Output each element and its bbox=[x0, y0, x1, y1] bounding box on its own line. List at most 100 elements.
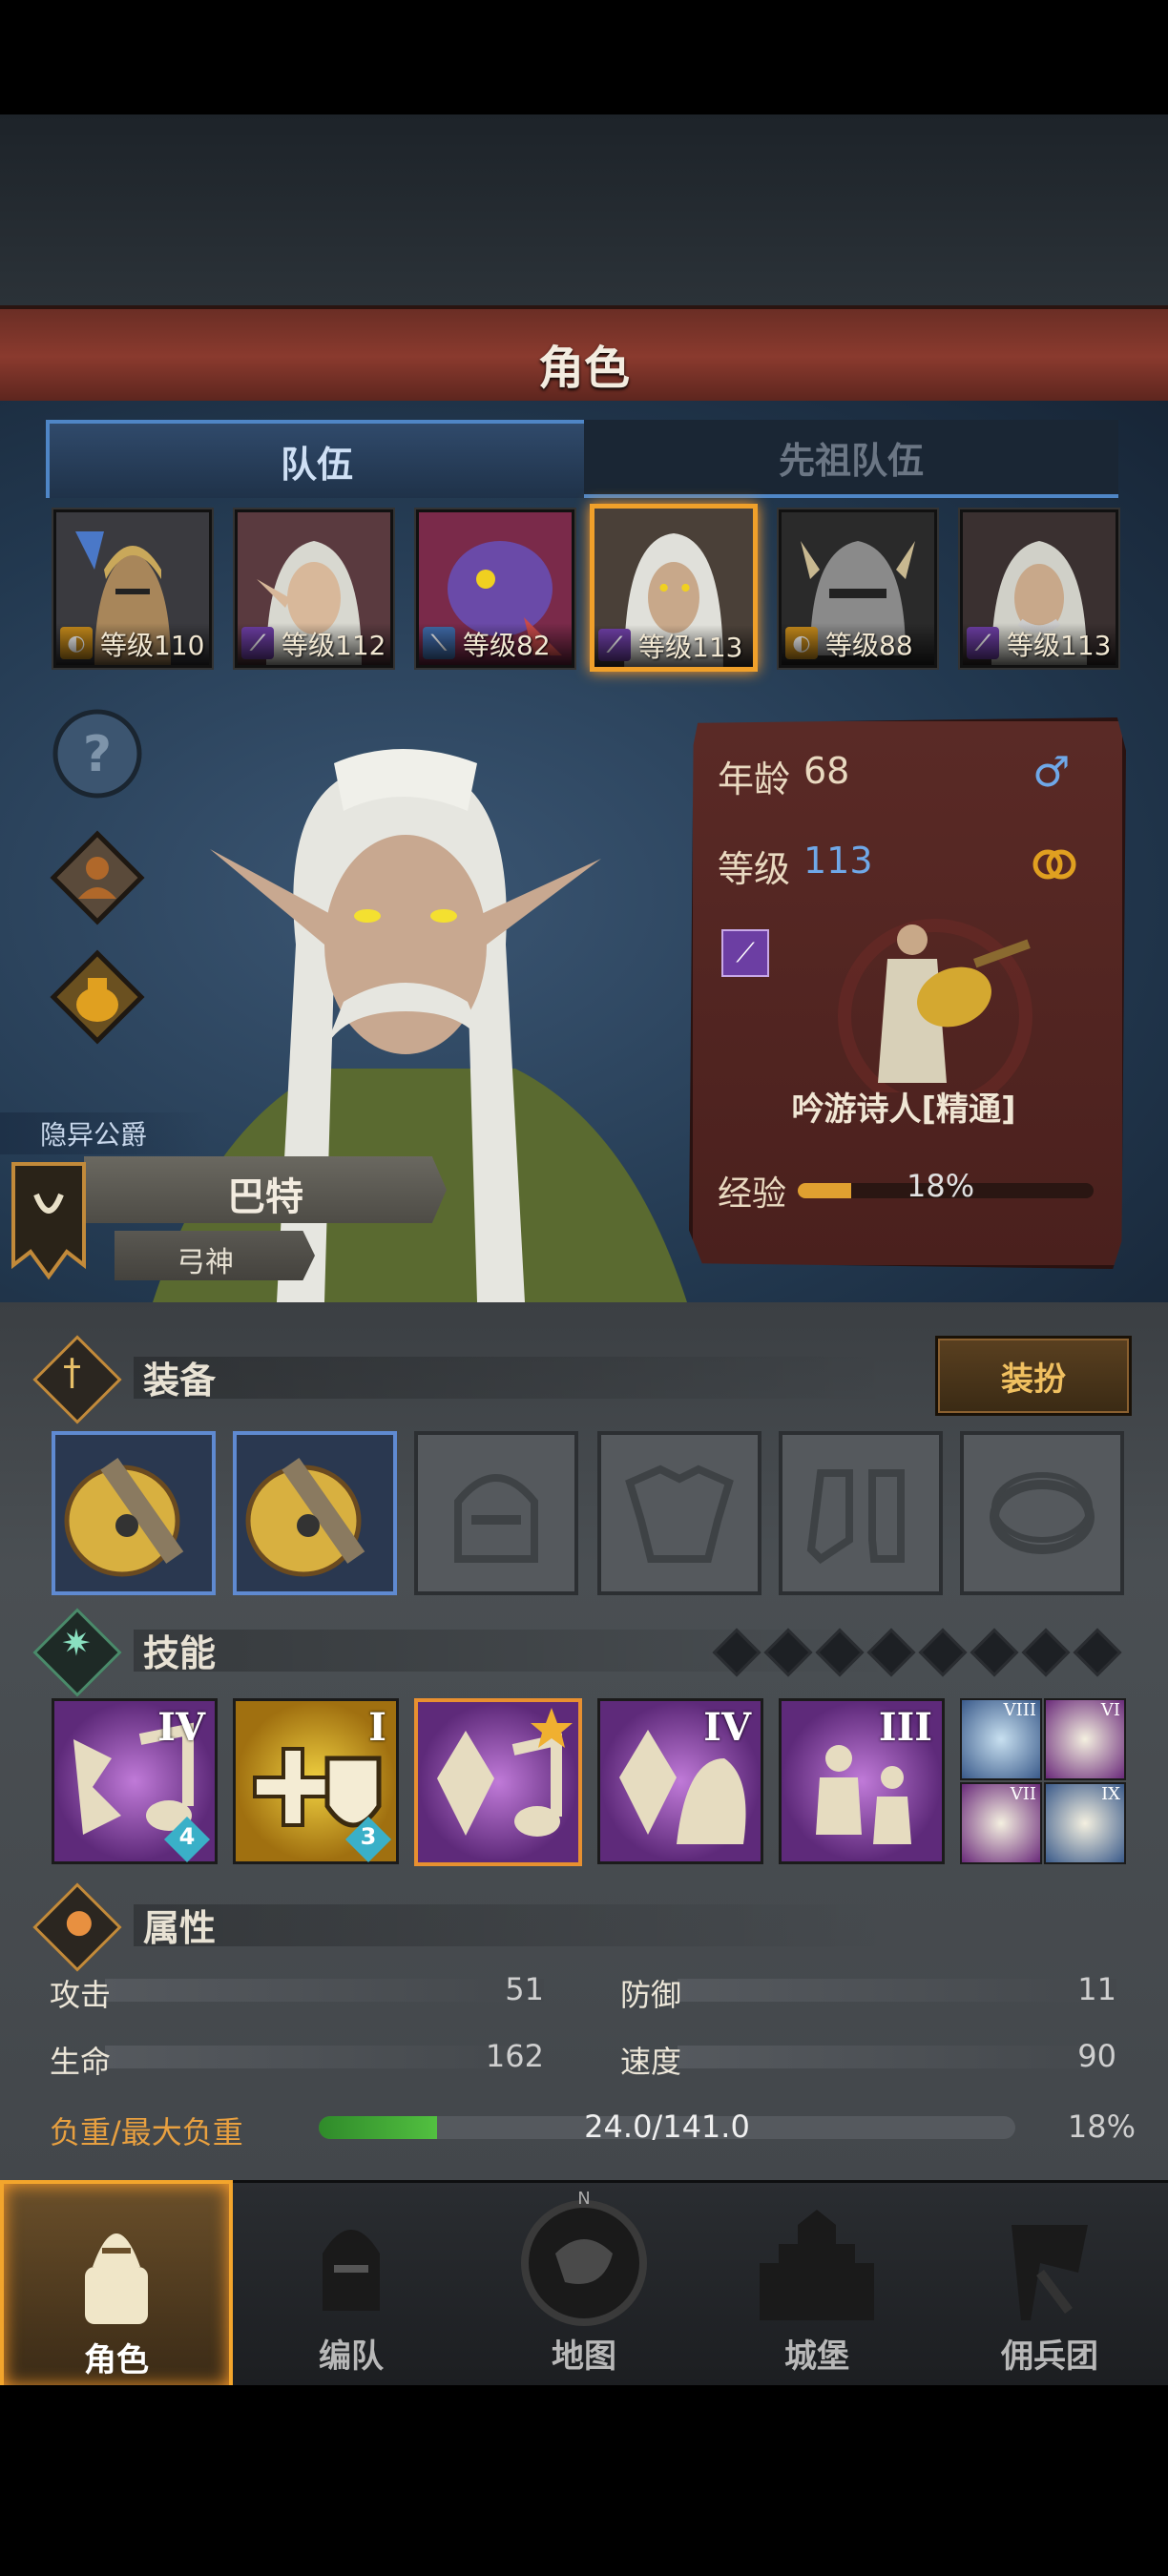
exp-percent: 18% bbox=[907, 1168, 975, 1204]
page-title: 角色 bbox=[537, 342, 630, 395]
svg-text:N: N bbox=[577, 2189, 590, 2209]
age-label: 年龄 bbox=[718, 758, 791, 800]
top-background bbox=[0, 114, 1168, 305]
age-value: 68 bbox=[803, 750, 850, 792]
small-skill-2[interactable]: VI bbox=[1044, 1698, 1126, 1780]
nav-label: 角色 bbox=[84, 2341, 149, 2379]
person-glyph-icon: ● bbox=[65, 1902, 94, 1941]
defense-label: 防御 bbox=[620, 1977, 682, 2013]
skill-slot-3[interactable] bbox=[414, 1698, 582, 1866]
load-percent: 18% bbox=[1067, 2109, 1136, 2145]
compass-icon: N bbox=[521, 2189, 647, 2326]
character-info-button[interactable] bbox=[50, 830, 145, 925]
roster-level: 等级113 bbox=[594, 625, 753, 667]
boots-icon bbox=[806, 1469, 905, 1565]
roster-portrait-5[interactable]: ◐ 等级88 bbox=[779, 509, 937, 668]
skill-rank: VII bbox=[1010, 1784, 1036, 1804]
load-value: 24.0/141.0 bbox=[584, 2109, 750, 2145]
nav-label: 地图 bbox=[552, 2337, 616, 2376]
roster-portrait-6[interactable]: ⟋ 等级113 bbox=[960, 509, 1118, 668]
helmet-icon bbox=[454, 1474, 538, 1563]
skill-slot-4[interactable]: IV bbox=[597, 1698, 763, 1864]
skill-rank: III bbox=[878, 1705, 932, 1750]
skill-rank: VIII bbox=[1003, 1700, 1036, 1720]
attack-value: 51 bbox=[505, 1971, 544, 2007]
level-value: 113 bbox=[803, 840, 873, 882]
roster-level: 等级112 bbox=[238, 623, 390, 665]
status-bar bbox=[0, 0, 1168, 114]
nav-label: 佣兵团 bbox=[1001, 2337, 1098, 2376]
equip-slot-feet[interactable] bbox=[779, 1431, 943, 1595]
male-icon: ♂ bbox=[1032, 748, 1071, 797]
skills-title: 技能 bbox=[143, 1632, 217, 1674]
rings-icon bbox=[1032, 849, 1076, 880]
skill-slot-5[interactable]: III bbox=[779, 1698, 945, 1864]
equip-slot-body[interactable] bbox=[597, 1431, 761, 1595]
roster-portrait-2[interactable]: ⟋ 等级112 bbox=[235, 509, 393, 668]
tab-ancestor-team[interactable]: 先祖队伍 bbox=[584, 420, 1118, 498]
armor-icon bbox=[625, 1465, 734, 1563]
attack-label: 攻击 bbox=[50, 1977, 112, 2013]
skill-badge: 4 bbox=[178, 1823, 196, 1850]
skill-rank: IX bbox=[1101, 1784, 1120, 1804]
help-button[interactable]: ? bbox=[50, 706, 145, 801]
attributes-header: ● 属性 bbox=[32, 1882, 1126, 1972]
nav-label: 编队 bbox=[319, 2337, 384, 2376]
nav-map[interactable]: N 地图 bbox=[469, 2180, 699, 2382]
tab-team[interactable]: 队伍 bbox=[46, 420, 588, 498]
small-skill-1[interactable]: VIII bbox=[960, 1698, 1042, 1780]
skill-slot-2[interactable]: I 3 bbox=[233, 1698, 399, 1864]
defense-value: 11 bbox=[1077, 1971, 1116, 2007]
nav-character[interactable]: 角色 bbox=[0, 2180, 233, 2390]
load-row: 负重/最大负重 24.0/141.0 18% bbox=[0, 2107, 1168, 2150]
nav-formation[interactable]: 编队 bbox=[237, 2180, 466, 2382]
roster-level: 等级82 bbox=[419, 623, 572, 665]
mercenary-banner-icon bbox=[1012, 2225, 1088, 2320]
title-banner: 角色 bbox=[0, 305, 1168, 410]
stat-row-2: 生命 162 速度 90 bbox=[0, 2036, 1168, 2080]
speed-value: 90 bbox=[1077, 2038, 1116, 2074]
class-staff-icon: ⟋ bbox=[721, 929, 769, 977]
exp-label: 经验 bbox=[718, 1174, 787, 1214]
speed-label: 速度 bbox=[620, 2044, 682, 2080]
hp-label: 生命 bbox=[50, 2044, 112, 2080]
roster-level: 等级88 bbox=[782, 623, 934, 665]
dress-button[interactable]: 装扮 bbox=[935, 1336, 1132, 1416]
character-title: 隐异公爵 bbox=[40, 1119, 148, 1151]
character-name: 巴特 bbox=[227, 1175, 303, 1219]
skill-rank: IV bbox=[703, 1705, 751, 1750]
svg-text:?: ? bbox=[83, 726, 112, 783]
nav-label: 城堡 bbox=[784, 2337, 849, 2376]
stat-row-1: 攻击 51 防御 11 bbox=[0, 1969, 1168, 2013]
star-glyph-icon: ✷ bbox=[61, 1622, 92, 1664]
dagger-glyph-icon: † bbox=[63, 1351, 81, 1393]
exp-bar-fill bbox=[798, 1183, 851, 1198]
skill-rank: I bbox=[368, 1705, 386, 1750]
roster-portrait-3[interactable]: ⟍ 等级82 bbox=[416, 509, 574, 668]
roster-portrait-1[interactable]: ◐ 等级110 bbox=[53, 509, 212, 668]
bag-icon bbox=[50, 949, 145, 1045]
crystal-note-icon bbox=[437, 1708, 573, 1837]
roster-level: 等级113 bbox=[963, 623, 1116, 665]
inventory-button[interactable] bbox=[50, 949, 145, 1045]
bard-figure-icon bbox=[838, 919, 1032, 1092]
small-skill-3[interactable]: VII bbox=[960, 1782, 1042, 1864]
roster-portrait-4-selected[interactable]: ⟋ 等级113 bbox=[590, 504, 758, 672]
nav-mercenary[interactable]: 佣兵团 bbox=[935, 2180, 1164, 2382]
equip-slot-head[interactable] bbox=[414, 1431, 578, 1595]
level-label: 等级 bbox=[718, 848, 791, 890]
equip-slot-weapon[interactable] bbox=[52, 1431, 216, 1595]
person-icon bbox=[50, 830, 145, 925]
skill-slot-1[interactable]: IV 4 bbox=[52, 1698, 218, 1864]
character-subtitle: 弓神 bbox=[177, 1246, 234, 1279]
lute-icon bbox=[64, 1457, 184, 1577]
equip-slot-ring[interactable] bbox=[960, 1431, 1124, 1595]
banner-icon bbox=[11, 1162, 86, 1280]
skill-badge: 3 bbox=[360, 1823, 377, 1850]
helmet-squad-icon bbox=[323, 2230, 380, 2311]
small-skill-4[interactable]: IX bbox=[1044, 1782, 1126, 1864]
class-name: 吟游诗人[精通] bbox=[791, 1091, 1016, 1129]
equip-slot-offhand[interactable] bbox=[233, 1431, 397, 1595]
load-label: 负重/最大负重 bbox=[50, 2114, 243, 2150]
nav-castle[interactable]: 城堡 bbox=[702, 2180, 931, 2382]
